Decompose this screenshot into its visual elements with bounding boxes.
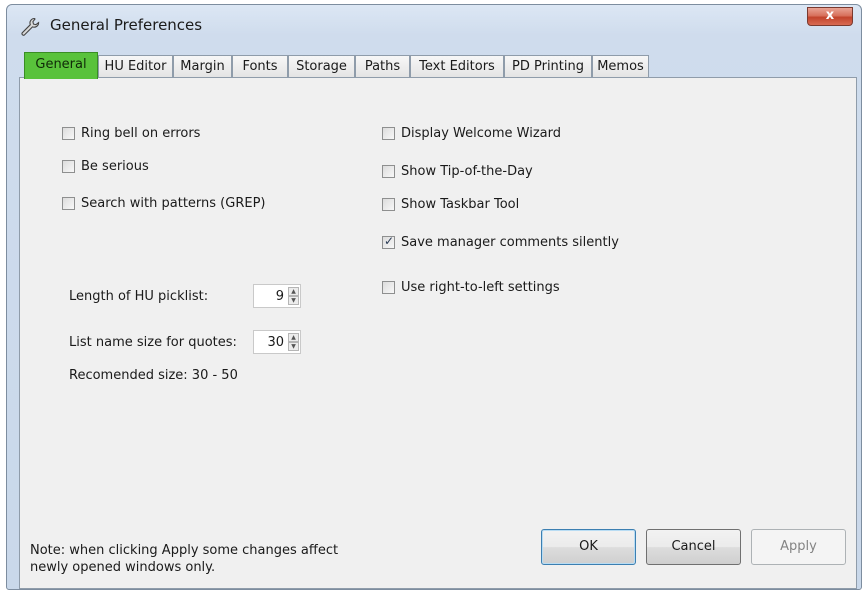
- spin-down-icon[interactable]: ▼: [288, 296, 299, 305]
- preferences-window: General Preferences x General HU Editor …: [6, 4, 862, 590]
- wrench-icon: [21, 17, 40, 36]
- checkbox-label: Search with patterns (GREP): [81, 196, 266, 211]
- quotes-size-stepper[interactable]: 30 ▲ ▼: [253, 330, 301, 354]
- general-tab-panel: Ring bell on errors Be serious Search wi…: [19, 77, 857, 589]
- checkbox-box[interactable]: [382, 198, 395, 211]
- checkbox-label: Display Welcome Wizard: [401, 126, 561, 141]
- close-icon: x: [825, 8, 835, 23]
- picklist-length-value: 9: [275, 289, 284, 304]
- tab-text-editors[interactable]: Text Editors: [410, 55, 504, 77]
- quotes-size-value: 30: [267, 335, 284, 350]
- spin-up-icon[interactable]: ▲: [288, 333, 299, 342]
- picklist-length-label: Length of HU picklist:: [69, 289, 209, 304]
- checkbox-box[interactable]: [382, 127, 395, 140]
- checkbox-label: Use right-to-left settings: [401, 280, 560, 295]
- ok-button[interactable]: OK: [541, 529, 636, 565]
- tab-hu-editor[interactable]: HU Editor: [98, 55, 173, 77]
- checkbox-box[interactable]: [62, 197, 75, 210]
- tab-pd-printing[interactable]: PD Printing: [504, 55, 592, 77]
- checkbox-label: Save manager comments silently: [401, 235, 619, 250]
- checkmark-icon: ✓: [383, 234, 395, 248]
- quotes-size-label: List name size for quotes:: [69, 335, 237, 350]
- checkbox-box[interactable]: [382, 281, 395, 294]
- spin-arrows: ▲ ▼: [288, 333, 299, 351]
- tab-general[interactable]: General: [24, 52, 98, 79]
- checkbox-box[interactable]: [62, 160, 75, 173]
- recommended-size-text: Recomended size: 30 - 50: [69, 368, 238, 383]
- checkbox-label: Show Taskbar Tool: [401, 197, 520, 212]
- close-button[interactable]: x: [807, 7, 853, 26]
- window-title: General Preferences: [50, 16, 203, 34]
- spin-down-icon[interactable]: ▼: [288, 342, 299, 351]
- tab-memos[interactable]: Memos: [592, 55, 649, 77]
- spin-up-icon[interactable]: ▲: [288, 287, 299, 296]
- tab-paths[interactable]: Paths: [355, 55, 410, 77]
- note-line-1: Note: when clicking Apply some changes a…: [30, 543, 339, 558]
- checkbox-label: Be serious: [81, 159, 149, 174]
- note-line-2: newly opened windows only.: [30, 560, 216, 575]
- tab-margin[interactable]: Margin: [173, 55, 232, 77]
- checkbox-label: Show Tip-of-the-Day: [401, 164, 533, 179]
- cancel-button[interactable]: Cancel: [646, 529, 741, 565]
- spin-arrows: ▲ ▼: [288, 287, 299, 305]
- checkbox-box[interactable]: [62, 127, 75, 140]
- apply-button[interactable]: Apply: [751, 529, 846, 565]
- title-bar[interactable]: General Preferences x: [7, 5, 861, 45]
- checkbox-label: Ring bell on errors: [81, 126, 201, 141]
- tab-fonts[interactable]: Fonts: [232, 55, 288, 77]
- checkbox-box[interactable]: ✓: [382, 234, 395, 249]
- picklist-length-stepper[interactable]: 9 ▲ ▼: [253, 284, 301, 308]
- checkbox-box[interactable]: [382, 165, 395, 178]
- tab-storage[interactable]: Storage: [288, 55, 355, 77]
